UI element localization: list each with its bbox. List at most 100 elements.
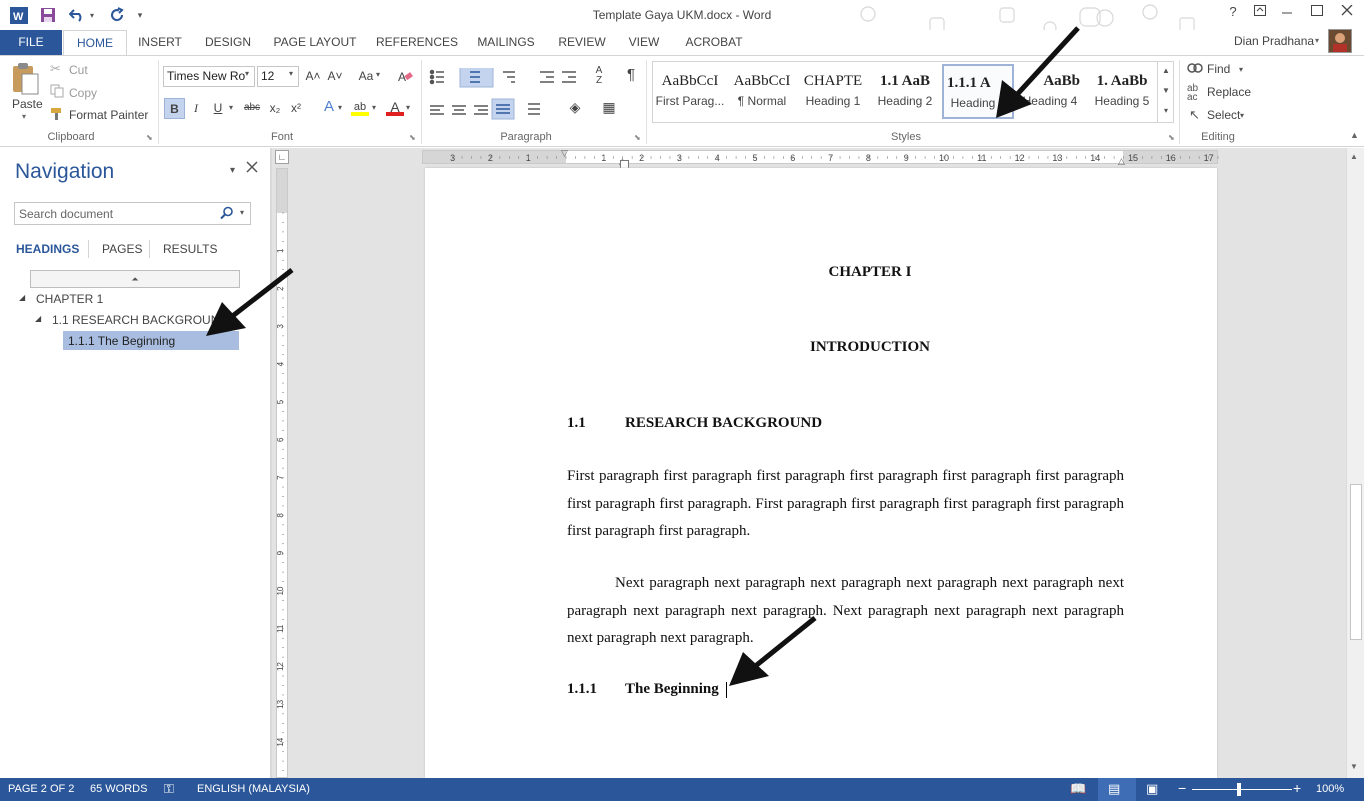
- collapse-triangle-icon[interactable]: ◢: [35, 314, 41, 323]
- style-first-paragraph[interactable]: AaBbCcI First Parag...: [654, 64, 726, 119]
- tab-design[interactable]: DESIGN: [199, 30, 257, 55]
- paste-button[interactable]: Paste: [12, 97, 43, 111]
- paste-icon[interactable]: [10, 62, 42, 96]
- change-case-dropdown-icon[interactable]: ▾: [376, 70, 380, 79]
- cut-icon[interactable]: ✂: [50, 61, 66, 77]
- zoom-level[interactable]: 100%: [1316, 783, 1344, 795]
- font-launcher-icon[interactable]: ⬊: [409, 133, 416, 142]
- tab-selector-icon[interactable]: ∟: [275, 150, 289, 164]
- tab-mailings[interactable]: MAILINGS: [470, 30, 542, 55]
- paste-dropdown-icon[interactable]: ▾: [22, 112, 26, 121]
- styles-launcher-icon[interactable]: ⬊: [1168, 133, 1175, 142]
- styles-up-icon[interactable]: ▲: [1158, 61, 1174, 81]
- style-heading-5[interactable]: 1. AaBb Heading 5: [1086, 64, 1158, 119]
- text-effects-dropdown-icon[interactable]: ▾: [338, 103, 342, 112]
- tab-pages[interactable]: PAGES: [102, 242, 142, 256]
- borders-icon[interactable]: ▦: [600, 98, 618, 116]
- vertical-scrollbar[interactable]: ▲ ▼: [1346, 148, 1364, 778]
- page-count[interactable]: PAGE 2 OF 2: [8, 783, 74, 795]
- proofing-icon[interactable]: ⚿: [164, 781, 174, 797]
- select-cursor-icon[interactable]: ↖: [1189, 107, 1200, 123]
- tab-results[interactable]: RESULTS: [163, 242, 217, 256]
- italic-button[interactable]: I: [187, 99, 205, 117]
- shading-icon[interactable]: ◈: [566, 98, 584, 116]
- read-mode-icon[interactable]: 📖: [1070, 781, 1086, 797]
- scroll-down-icon[interactable]: ▼: [1350, 762, 1358, 771]
- first-line-indent-marker[interactable]: ▽: [561, 148, 568, 159]
- style-heading-1[interactable]: CHAPTE Heading 1: [797, 64, 869, 119]
- tab-review[interactable]: REVIEW: [552, 30, 612, 55]
- bullets-icon[interactable]: [429, 66, 447, 86]
- scroll-up-icon[interactable]: ▲: [1350, 152, 1358, 161]
- numbering-icon[interactable]: [460, 66, 494, 86]
- nav-options-chevron-icon[interactable]: ▾: [230, 165, 235, 176]
- horizontal-ruler[interactable]: 3211234567891011121314151617 ▽ △ △: [422, 148, 1219, 167]
- tab-file[interactable]: FILE: [0, 30, 62, 55]
- styles-down-icon[interactable]: ▼: [1158, 81, 1174, 101]
- align-right-icon[interactable]: [473, 99, 491, 119]
- shrink-font-icon[interactable]: A˅: [326, 67, 344, 85]
- change-case-icon[interactable]: Aa: [355, 67, 377, 85]
- right-indent-marker[interactable]: △: [1118, 156, 1125, 167]
- zoom-slider-track[interactable]: [1192, 789, 1292, 790]
- language-indicator[interactable]: ENGLISH (MALAYSIA): [197, 783, 310, 795]
- style-heading-2[interactable]: 1.1 AaB Heading 2: [869, 64, 941, 119]
- font-size-dropdown-icon[interactable]: ▾: [289, 69, 293, 78]
- search-icon[interactable]: [220, 206, 236, 222]
- font-name-box[interactable]: Times New Ro: [163, 66, 255, 87]
- close-icon[interactable]: [1336, 4, 1358, 24]
- align-left-icon[interactable]: [429, 99, 447, 119]
- tab-home[interactable]: HOME: [63, 30, 127, 56]
- tab-page-layout[interactable]: PAGE LAYOUT: [268, 30, 362, 55]
- tab-headings[interactable]: HEADINGS: [16, 242, 79, 256]
- increase-indent-icon[interactable]: [560, 66, 578, 86]
- text-effects-icon[interactable]: A: [320, 98, 338, 116]
- line-spacing-icon[interactable]: [526, 99, 552, 119]
- format-painter-button[interactable]: Format Painter: [69, 108, 148, 122]
- font-color-icon[interactable]: A: [386, 98, 404, 116]
- zoom-out-button[interactable]: −: [1178, 780, 1186, 796]
- replace-icon[interactable]: ab ac: [1187, 84, 1198, 103]
- find-dropdown-icon[interactable]: ▾: [1239, 65, 1243, 74]
- decrease-indent-icon[interactable]: [538, 66, 556, 86]
- paragraph-launcher-icon[interactable]: ⬊: [634, 133, 641, 142]
- user-name[interactable]: Dian Pradhana: [1234, 34, 1314, 48]
- subscript-button[interactable]: x₂: [266, 99, 284, 117]
- nav-close-icon[interactable]: [246, 161, 260, 175]
- collapse-ribbon-icon[interactable]: ▲: [1350, 130, 1359, 140]
- scroll-thumb[interactable]: [1350, 484, 1362, 640]
- highlight-dropdown-icon[interactable]: ▾: [372, 103, 376, 112]
- vertical-ruler[interactable]: 1234567891011121314: [276, 168, 288, 778]
- select-button[interactable]: Select: [1207, 108, 1240, 122]
- style-normal[interactable]: AaBbCcI ¶ Normal: [726, 64, 798, 119]
- clipboard-launcher-icon[interactable]: ⬊: [146, 133, 153, 142]
- user-menu-chevron-icon[interactable]: ▾: [1315, 36, 1319, 45]
- zoom-slider-thumb[interactable]: [1237, 783, 1241, 796]
- copy-icon[interactable]: [50, 84, 66, 100]
- help-button[interactable]: ?: [1222, 4, 1244, 24]
- grow-font-icon[interactable]: A˄: [304, 67, 322, 85]
- tab-references[interactable]: REFERENCES: [374, 30, 460, 55]
- align-center-icon[interactable]: [451, 99, 469, 119]
- heading-item-chapter-1[interactable]: CHAPTER 1: [36, 292, 103, 306]
- search-document-input[interactable]: Search document ▾: [14, 202, 251, 225]
- minimize-icon[interactable]: [1276, 4, 1298, 24]
- cut-button[interactable]: Cut: [69, 63, 88, 77]
- print-layout-icon[interactable]: ▤: [1108, 781, 1120, 797]
- clear-formatting-icon[interactable]: A: [397, 68, 415, 86]
- word-count[interactable]: 65 WORDS: [90, 783, 147, 795]
- ribbon-display-options-icon[interactable]: [1249, 4, 1271, 24]
- find-button[interactable]: Find: [1207, 62, 1230, 76]
- bold-button[interactable]: B: [164, 98, 185, 119]
- font-color-dropdown-icon[interactable]: ▾: [406, 103, 410, 112]
- font-name-dropdown-icon[interactable]: ▾: [245, 69, 249, 78]
- avatar[interactable]: [1328, 29, 1352, 53]
- maximize-icon[interactable]: [1306, 4, 1328, 24]
- strikethrough-button[interactable]: abc: [241, 99, 263, 117]
- replace-button[interactable]: Replace: [1207, 85, 1251, 99]
- underline-dropdown-icon[interactable]: ▾: [229, 103, 233, 112]
- tab-view[interactable]: VIEW: [622, 30, 666, 55]
- underline-button[interactable]: U: [209, 99, 227, 117]
- zoom-in-button[interactable]: +: [1293, 780, 1301, 796]
- show-formatting-button[interactable]: ¶: [622, 66, 640, 84]
